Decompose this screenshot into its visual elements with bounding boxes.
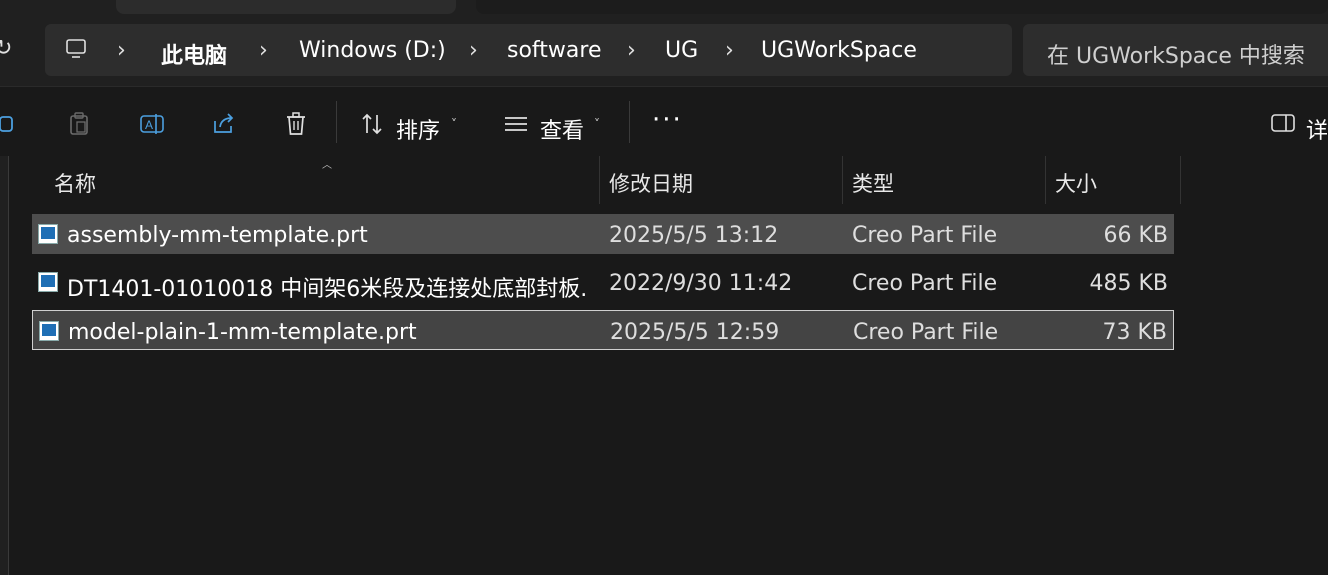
file-row[interactable]: DT1401-01010018 中间架6米段及连接处底部封板... 2022/9… bbox=[32, 262, 1174, 302]
file-icon bbox=[38, 224, 58, 244]
file-name[interactable]: DT1401-01010018 中间架6米段及连接处底部封板... bbox=[67, 271, 587, 303]
address-bar[interactable]: › 此电脑 › Windows (D:) › software › UG › U… bbox=[45, 24, 1012, 76]
file-size: 485 KB bbox=[1089, 271, 1168, 296]
sort-ascending-icon: ︿ bbox=[322, 160, 332, 171]
file-name[interactable]: model-plain-1-mm-template.prt bbox=[68, 320, 588, 345]
details-button[interactable]: 详 bbox=[1306, 113, 1328, 145]
copy-icon[interactable] bbox=[0, 111, 20, 137]
svg-text:A: A bbox=[145, 118, 153, 132]
search-placeholder: 在 UGWorkSpace 中搜索 bbox=[1047, 44, 1305, 69]
refresh-icon[interactable]: ↻ bbox=[0, 36, 12, 61]
column-divider[interactable] bbox=[1045, 156, 1046, 204]
file-row[interactable]: model-plain-1-mm-template.prt 2025/5/5 1… bbox=[32, 310, 1174, 350]
breadcrumb-software[interactable]: software bbox=[507, 38, 601, 63]
command-bar: A 排序 ˅ 查看 ˅ ··· 详 bbox=[0, 86, 1328, 157]
toolbar-divider bbox=[336, 101, 337, 143]
breadcrumb-ug[interactable]: UG bbox=[665, 38, 698, 63]
chevron-right-icon[interactable]: › bbox=[725, 38, 734, 63]
chevron-right-icon[interactable]: › bbox=[117, 38, 126, 63]
chevron-right-icon[interactable]: › bbox=[627, 38, 636, 63]
column-header-row: ︿ 名称 修改日期 类型 大小 bbox=[8, 156, 1328, 206]
browser-tab-active[interactable] bbox=[116, 0, 456, 14]
file-name[interactable]: assembly-mm-template.prt bbox=[67, 223, 587, 248]
file-icon bbox=[39, 321, 59, 341]
column-divider[interactable] bbox=[1180, 156, 1181, 204]
file-modified: 2025/5/5 12:59 bbox=[610, 320, 780, 345]
file-size: 73 KB bbox=[1102, 320, 1167, 345]
column-header-type[interactable]: 类型 bbox=[852, 168, 894, 198]
toolbar-divider bbox=[629, 101, 630, 143]
file-size: 66 KB bbox=[1103, 223, 1168, 248]
breadcrumb-this-pc[interactable]: 此电脑 bbox=[161, 38, 227, 70]
file-type: Creo Part File bbox=[853, 320, 999, 345]
search-input[interactable]: 在 UGWorkSpace 中搜索 bbox=[1023, 24, 1328, 76]
computer-icon bbox=[66, 39, 86, 58]
navigation-pane[interactable] bbox=[0, 156, 9, 575]
paste-icon[interactable] bbox=[66, 111, 92, 137]
breadcrumb-ugworkspace[interactable]: UGWorkSpace bbox=[761, 38, 917, 63]
sort-button[interactable]: 排序 bbox=[396, 113, 440, 145]
column-header-name[interactable]: 名称 bbox=[54, 168, 96, 198]
details-pane-icon[interactable] bbox=[1270, 111, 1296, 135]
file-row[interactable]: assembly-mm-template.prt 2025/5/5 13:12 … bbox=[32, 214, 1174, 254]
column-header-modified[interactable]: 修改日期 bbox=[609, 168, 693, 198]
delete-icon[interactable] bbox=[283, 111, 309, 137]
file-modified: 2022/9/30 11:42 bbox=[609, 271, 793, 296]
file-type: Creo Part File bbox=[852, 223, 998, 248]
column-header-size[interactable]: 大小 bbox=[1055, 168, 1097, 198]
chevron-right-icon[interactable]: › bbox=[259, 38, 268, 63]
chevron-down-icon[interactable]: ˅ bbox=[451, 117, 457, 131]
file-type: Creo Part File bbox=[852, 271, 998, 296]
column-divider[interactable] bbox=[599, 156, 600, 204]
title-bar bbox=[0, 0, 1328, 14]
browser-tab[interactable] bbox=[476, 0, 1328, 14]
breadcrumb-drive-d[interactable]: Windows (D:) bbox=[299, 38, 446, 63]
file-icon bbox=[38, 272, 58, 292]
chevron-down-icon[interactable]: ˅ bbox=[594, 117, 600, 131]
rename-icon[interactable]: A bbox=[139, 111, 165, 137]
sort-icon[interactable] bbox=[360, 111, 386, 137]
file-modified: 2025/5/5 13:12 bbox=[609, 223, 779, 248]
chevron-right-icon[interactable]: › bbox=[469, 38, 478, 63]
view-icon[interactable] bbox=[503, 111, 529, 137]
column-divider[interactable] bbox=[842, 156, 843, 204]
more-options-button[interactable]: ··· bbox=[652, 105, 683, 135]
view-button[interactable]: 查看 bbox=[540, 113, 584, 145]
share-icon[interactable] bbox=[211, 111, 237, 137]
